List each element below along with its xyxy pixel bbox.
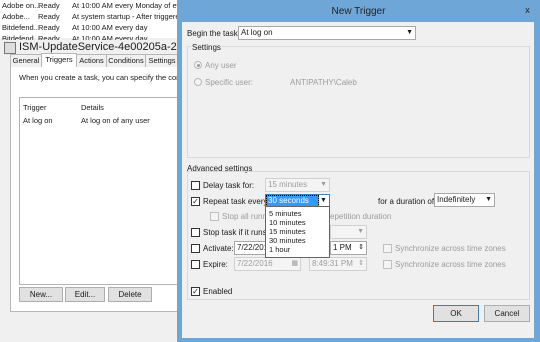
repeat-option-5-minutes[interactable]: 5 minutes xyxy=(269,209,302,218)
chevron-down-icon: ▼ xyxy=(406,29,413,36)
task-trigger: At 10:00 AM every Monday of ev xyxy=(72,1,181,10)
activate-date-value: 7/22/201 xyxy=(237,243,269,252)
settings-group xyxy=(187,46,530,158)
triggers-table[interactable] xyxy=(19,97,188,285)
activate-date-picker[interactable]: 7/22/201 xyxy=(234,241,269,255)
tab-triggers[interactable]: Triggers xyxy=(41,53,77,67)
repeat-option-1-hour[interactable]: 1 hour xyxy=(269,245,290,254)
task-list: Adobe on... Ready At 10:00 AM every Mond… xyxy=(0,0,200,43)
duration-select[interactable]: Indefinitely ▼ xyxy=(434,193,495,207)
spinner-icon: ⇕ xyxy=(358,244,364,251)
expire-checkbox[interactable] xyxy=(191,260,200,269)
close-icon[interactable]: x xyxy=(515,3,540,17)
enabled-checkbox[interactable]: ✓ xyxy=(191,287,200,296)
spinner-icon: ⇕ xyxy=(358,260,364,267)
column-header-details[interactable]: Details xyxy=(81,103,104,112)
sync-expire-checkbox[interactable] xyxy=(383,260,392,269)
task-name: Adobe... xyxy=(2,12,30,21)
repeat-option-15-minutes[interactable]: 15 minutes xyxy=(269,227,306,236)
details-cell[interactable]: At log on of any user xyxy=(81,116,150,125)
begin-task-select[interactable]: At log on ▼ xyxy=(238,26,416,40)
user-name: ANTIPATHY\Caleb xyxy=(290,78,357,87)
sync-expire-label: Synchronize across time zones xyxy=(395,260,506,269)
task-name: Adobe on... xyxy=(2,1,41,10)
chevron-down-icon: ▼ xyxy=(485,196,492,203)
task-title: ISM-UpdateService-4e00205a-2ab1-44 xyxy=(0,40,180,54)
task-trigger: At 10:00 AM every day xyxy=(72,23,148,32)
repeat-label: Repeat task every: xyxy=(203,197,270,206)
dialog-title: New Trigger xyxy=(331,6,386,17)
stop-all-label: Stop all runni xyxy=(222,212,269,221)
expire-time-value: 8:49:31 PM xyxy=(312,259,353,268)
cancel-button[interactable]: Cancel xyxy=(484,305,530,322)
sync-activate-checkbox[interactable] xyxy=(383,244,392,253)
task-title-text: ISM-UpdateService-4e00205a-2ab1-44 xyxy=(19,41,180,53)
activate-checkbox[interactable] xyxy=(191,244,200,253)
stop-if-runs-select[interactable]: ▼ xyxy=(330,225,367,239)
begin-task-value: At log on xyxy=(241,28,273,37)
sync-activate-label: Synchronize across time zones xyxy=(395,244,506,253)
delay-select[interactable]: 15 minutes ▼ xyxy=(265,178,330,192)
duration-value: Indefinitely xyxy=(437,195,476,204)
delay-checkbox[interactable] xyxy=(191,181,200,190)
settings-group-label: Settings xyxy=(191,43,222,52)
task-trigger: At system startup - After triggere xyxy=(72,12,180,21)
task-icon xyxy=(4,42,16,54)
task-status: Ready xyxy=(38,12,60,21)
repeat-option-10-minutes[interactable]: 10 minutes xyxy=(269,218,306,227)
expire-date-value: 7/22/2016 xyxy=(237,259,273,268)
tab-settings[interactable]: Settings xyxy=(145,54,179,67)
task-row[interactable]: Bitdefend... Ready At 10:00 AM every day xyxy=(0,22,200,33)
any-user-radio[interactable] xyxy=(194,61,202,69)
chevron-down-icon: ▼ xyxy=(320,181,327,188)
stop-all-checkbox[interactable] xyxy=(210,212,219,221)
repeat-options-list: 5 minutes 10 minutes 15 minutes 30 minut… xyxy=(265,206,330,258)
edit-trigger-button[interactable]: Edit... xyxy=(65,287,105,302)
activate-time-picker[interactable]: 1 PM ⇕ xyxy=(330,241,367,255)
new-trigger-button[interactable]: New... xyxy=(19,287,63,302)
tab-conditions[interactable]: Conditions xyxy=(106,54,146,67)
chevron-down-icon: ▼ xyxy=(357,228,364,235)
tab-general[interactable]: General xyxy=(10,54,42,67)
triggers-description: When you create a task, you can specify … xyxy=(19,73,185,82)
task-status: Ready xyxy=(38,1,60,10)
calendar-icon: ▦ xyxy=(291,260,298,267)
ok-button[interactable]: OK xyxy=(433,305,479,322)
duration-label: for a duration of: xyxy=(378,197,437,206)
stop-all-label-tail: epetition duration xyxy=(330,212,392,221)
enabled-label: Enabled xyxy=(203,287,233,296)
repeat-checkbox[interactable]: ✓ xyxy=(191,197,200,206)
repeat-option-30-minutes[interactable]: 30 minutes xyxy=(269,236,306,245)
expire-time-picker[interactable]: 8:49:31 PM ⇕ xyxy=(309,257,367,271)
task-row[interactable]: Adobe... Ready At system startup - After… xyxy=(0,11,200,22)
expire-date-picker[interactable]: 7/22/2016 ▦ xyxy=(234,257,301,271)
task-row[interactable]: Adobe on... Ready At 10:00 AM every Mond… xyxy=(0,0,200,11)
checkmark-icon: ✓ xyxy=(192,287,199,296)
stop-if-runs-checkbox[interactable] xyxy=(191,228,200,237)
checkmark-icon: ✓ xyxy=(192,197,199,206)
activate-time-value: 1 PM xyxy=(333,243,352,252)
any-user-label: Any user xyxy=(205,61,237,70)
specific-user-label: Specific user: xyxy=(205,78,254,87)
activate-label: Activate: xyxy=(203,244,234,253)
delay-label: Delay task for: xyxy=(203,181,255,190)
delete-trigger-button[interactable]: Delete xyxy=(108,287,152,302)
tab-actions[interactable]: Actions xyxy=(76,54,107,67)
delay-value: 15 minutes xyxy=(268,180,308,189)
begin-task-label: Begin the task: xyxy=(187,29,240,38)
specific-user-radio[interactable] xyxy=(194,78,202,86)
column-header-trigger[interactable]: Trigger xyxy=(23,103,46,112)
task-status: Ready xyxy=(38,23,60,32)
task-name: Bitdefend... xyxy=(2,23,40,32)
expire-label: Expire: xyxy=(203,260,228,269)
trigger-cell[interactable]: At log on xyxy=(23,116,53,125)
